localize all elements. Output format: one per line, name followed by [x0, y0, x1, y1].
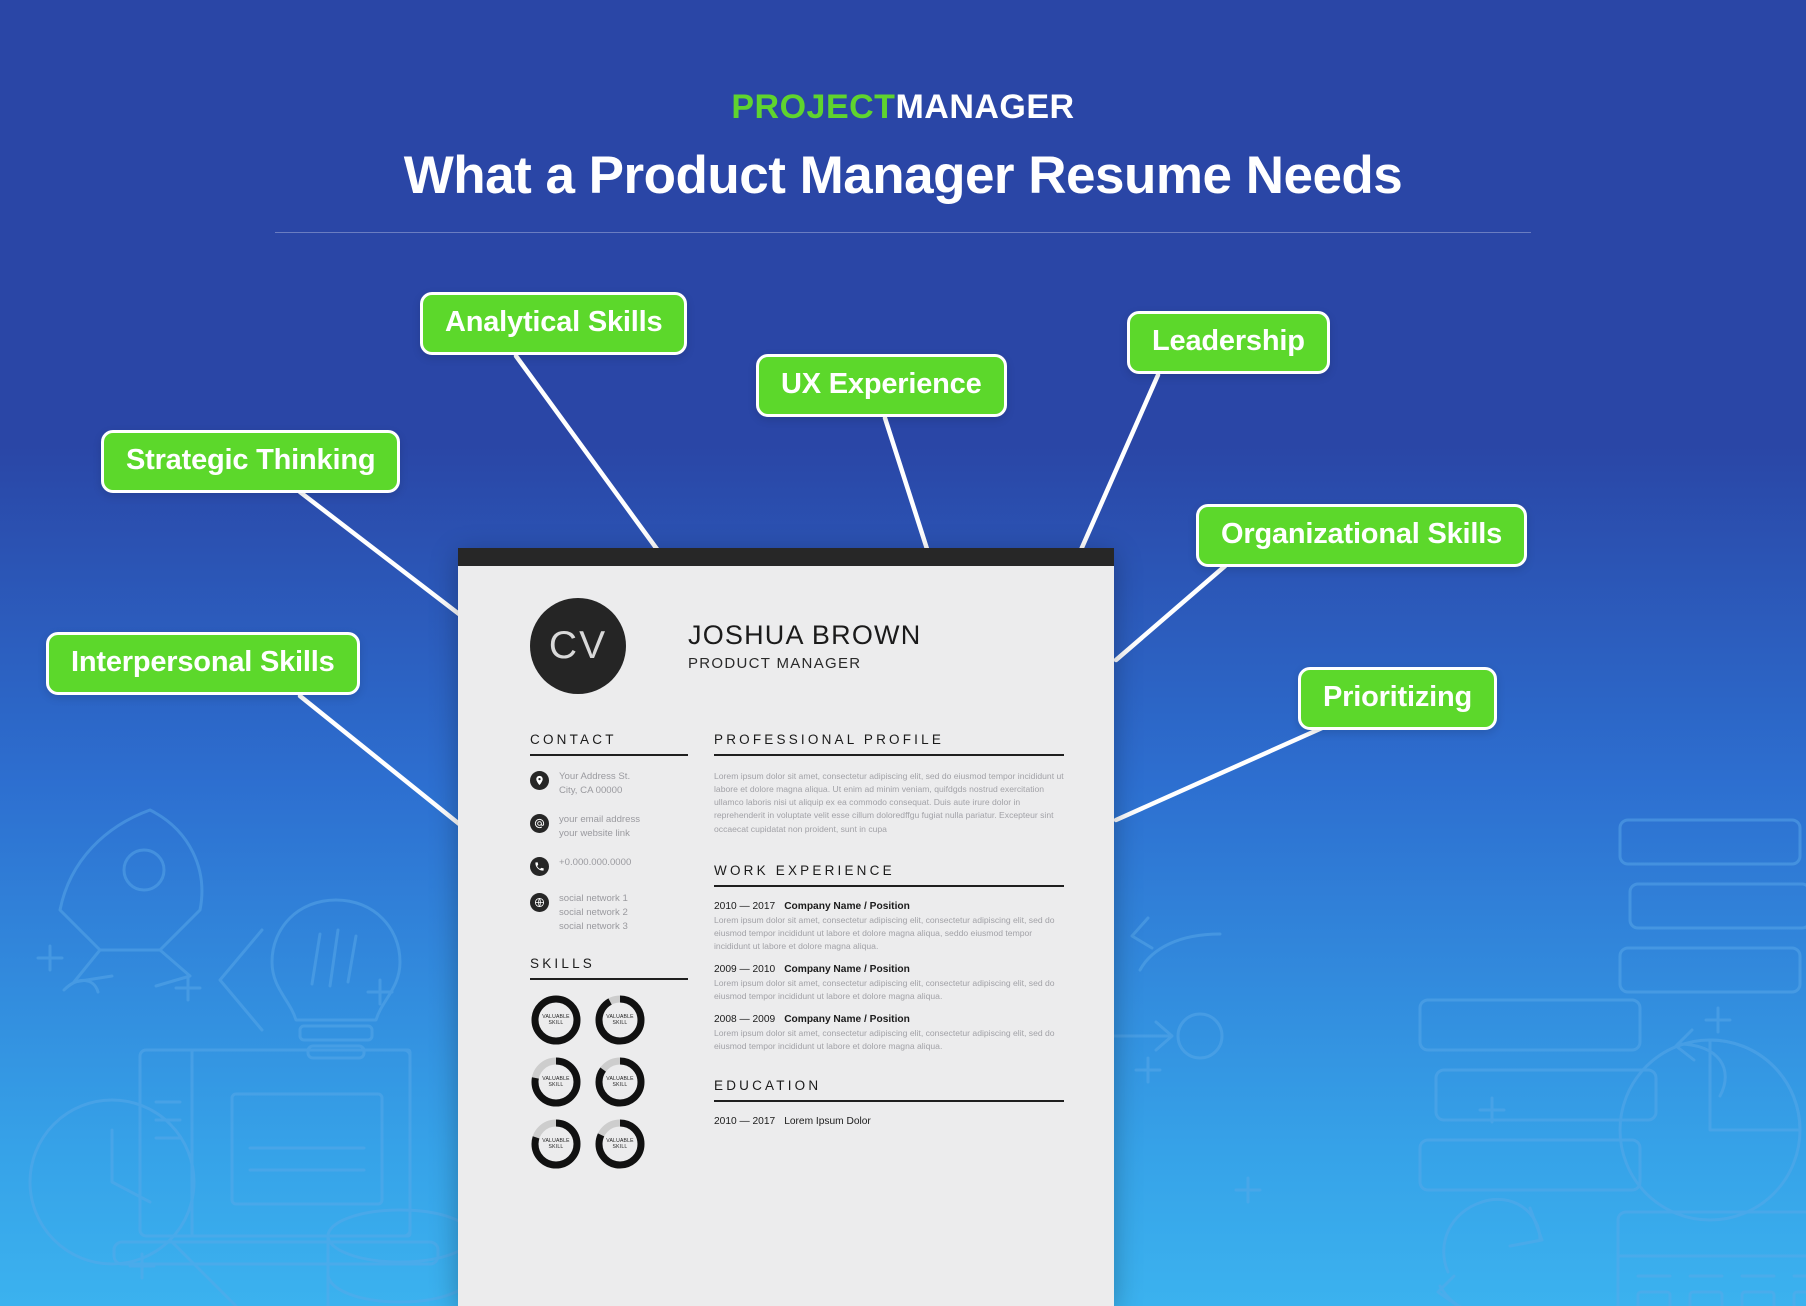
resume-header: CV JOSHUA BROWN PRODUCT MANAGER — [458, 566, 1114, 694]
tag-organizational-skills[interactable]: Organizational Skills — [1196, 504, 1528, 567]
tag-strategic-thinking[interactable]: Strategic Thinking — [101, 430, 401, 493]
education-entries: 2010 — 2017 Lorem Ipsum Dolor — [714, 1116, 1064, 1127]
contact-social: social network 1 social network 2 social… — [559, 892, 628, 933]
work-entry-head: 2010 — 2017 Company Name / Position — [714, 901, 1064, 912]
skills-heading: SKILLS — [530, 956, 595, 972]
contact-address: Your Address St. City, CA 00000 — [559, 770, 630, 797]
tag-interpersonal-skills[interactable]: Interpersonal Skills — [46, 632, 360, 695]
work-entry-company: Company Name / Position — [784, 900, 910, 912]
address-line-2: City, CA 00000 — [559, 784, 623, 796]
skill-donut-label: VALUABLE SKILL — [606, 1137, 634, 1151]
resume-columns: CONTACT Your Address St. City, CA 00000 — [458, 732, 1114, 1170]
resume-top-bar — [458, 548, 1114, 566]
work-divider — [714, 885, 1064, 887]
connector-organizational — [1113, 563, 1228, 663]
address-line-1: Your Address St. — [559, 771, 631, 782]
work-entry: 2010 — 2017 Company Name / Position Lorem … — [714, 901, 1064, 953]
education-entry-years: 2010 — 2017 — [714, 1115, 776, 1127]
tag-prioritizing[interactable]: Prioritizing — [1298, 667, 1498, 730]
profile-divider — [714, 754, 1064, 756]
education-entry-head: 2010 — 2017 Lorem Ipsum Dolor — [714, 1116, 1064, 1127]
tag-leadership[interactable]: Leadership — [1127, 311, 1330, 374]
contact-email: your email address your website link — [559, 813, 640, 840]
email-line: your email address — [559, 814, 641, 826]
skill-donut: VALUABLE SKILL — [594, 994, 646, 1046]
skill-donut-label: VALUABLE SKILL — [606, 1013, 634, 1027]
contact-social-row: social network 1 social network 2 social… — [530, 892, 688, 933]
skills-divider — [530, 978, 688, 981]
work-entry-head: 2008 — 2009 Company Name / Position — [714, 1014, 1064, 1025]
work-entry-company: Company Name / Position — [784, 1013, 910, 1025]
work-heading: WORK EXPERIENCE — [714, 863, 895, 879]
skill-donut-label: VALUABLE SKILL — [542, 1137, 570, 1151]
social-line-1: social network 1 — [559, 893, 628, 905]
work-entry-years: 2009 — 2010 — [714, 963, 776, 975]
work-entry-desc: Lorem ipsum dolor sit amet, consectetur … — [714, 1027, 1055, 1051]
education-entry-school: Lorem Ipsum Dolor — [784, 1115, 871, 1127]
contact-divider — [530, 754, 688, 756]
work-entry: 2008 — 2009 Company Name / Position Lorem … — [714, 1014, 1064, 1053]
skill-donut: VALUABLE SKILL — [530, 1118, 582, 1170]
resume-left-column: CONTACT Your Address St. City, CA 00000 — [530, 732, 688, 1170]
phone-icon — [530, 857, 549, 877]
profile-body: Lorem ipsum dolor sit amet, consectetur … — [714, 770, 1064, 834]
skill-donut-label: VALUABLE SKILL — [542, 1075, 570, 1089]
candidate-name: JOSHUA BROWN — [688, 620, 922, 650]
connector-prioritizing — [1113, 725, 1325, 823]
tag-analytical-skills[interactable]: Analytical Skills — [420, 292, 688, 355]
skill-donut: VALUABLE SKILL — [594, 1118, 646, 1170]
name-block: JOSHUA BROWN PRODUCT MANAGER — [688, 620, 921, 672]
work-entry-desc: Lorem ipsum dolor sit amet, consectetur … — [714, 977, 1055, 1001]
education-divider — [714, 1100, 1064, 1102]
skill-donut: VALUABLE SKILL — [594, 1056, 646, 1108]
resume-right-column: PROFESSIONAL PROFILE Lorem ipsum dolor s… — [688, 732, 1114, 1170]
profile-heading: PROFESSIONAL PROFILE — [714, 732, 945, 747]
location-pin-icon — [530, 771, 549, 790]
skill-donut: VALUABLE SKILL — [530, 994, 582, 1046]
avatar: CV — [530, 598, 626, 694]
education-entry: 2010 — 2017 Lorem Ipsum Dolor — [714, 1116, 1064, 1127]
skill-donut-label: VALUABLE SKILL — [606, 1075, 634, 1089]
work-entry: 2009 — 2010 Company Name / Position Lorem … — [714, 964, 1064, 1003]
connector-ux — [882, 415, 931, 555]
connector-analytical — [513, 353, 665, 559]
tag-ux-experience[interactable]: UX Experience — [756, 354, 1007, 417]
connector-leadership — [1077, 372, 1161, 555]
social-line-3: social network 3 — [559, 920, 628, 932]
skill-donut-label: VALUABLE SKILL — [542, 1013, 570, 1027]
work-entries: 2010 — 2017 Company Name / Position Lorem … — [714, 901, 1064, 1053]
work-entry-head: 2009 — 2010 Company Name / Position — [714, 964, 1064, 975]
contact-heading: CONTACT — [530, 732, 617, 747]
social-line-2: social network 2 — [559, 907, 628, 919]
contact-phone: +0.000.000.0000 — [559, 857, 632, 869]
resume-body: CV JOSHUA BROWN PRODUCT MANAGER CONTACT … — [458, 566, 1114, 1306]
work-entry-desc: Lorem ipsum dolor sit amet, consectetur … — [714, 914, 1055, 951]
work-entry-years: 2008 — 2009 — [714, 1013, 776, 1025]
resume-document: CV JOSHUA BROWN PRODUCT MANAGER CONTACT … — [458, 548, 1114, 1306]
contact-phone-row: +0.000.000.0000 — [530, 856, 688, 877]
website-line: your website link — [559, 827, 630, 839]
contact-address-row: Your Address St. City, CA 00000 — [530, 770, 688, 797]
education-heading: EDUCATION — [714, 1078, 822, 1093]
at-sign-icon — [530, 814, 549, 834]
globe-icon — [530, 893, 549, 913]
work-entry-years: 2010 — 2017 — [714, 900, 776, 912]
skill-donut: VALUABLE SKILL — [530, 1056, 582, 1108]
skills-donut-grid: VALUABLE SKILL VALUABLE SKILL VALUABLE SKILL V… — [530, 994, 688, 1170]
contact-email-row: your email address your website link — [530, 813, 688, 840]
work-entry-company: Company Name / Position — [784, 963, 910, 975]
candidate-title: PRODUCT MANAGER — [688, 655, 862, 672]
